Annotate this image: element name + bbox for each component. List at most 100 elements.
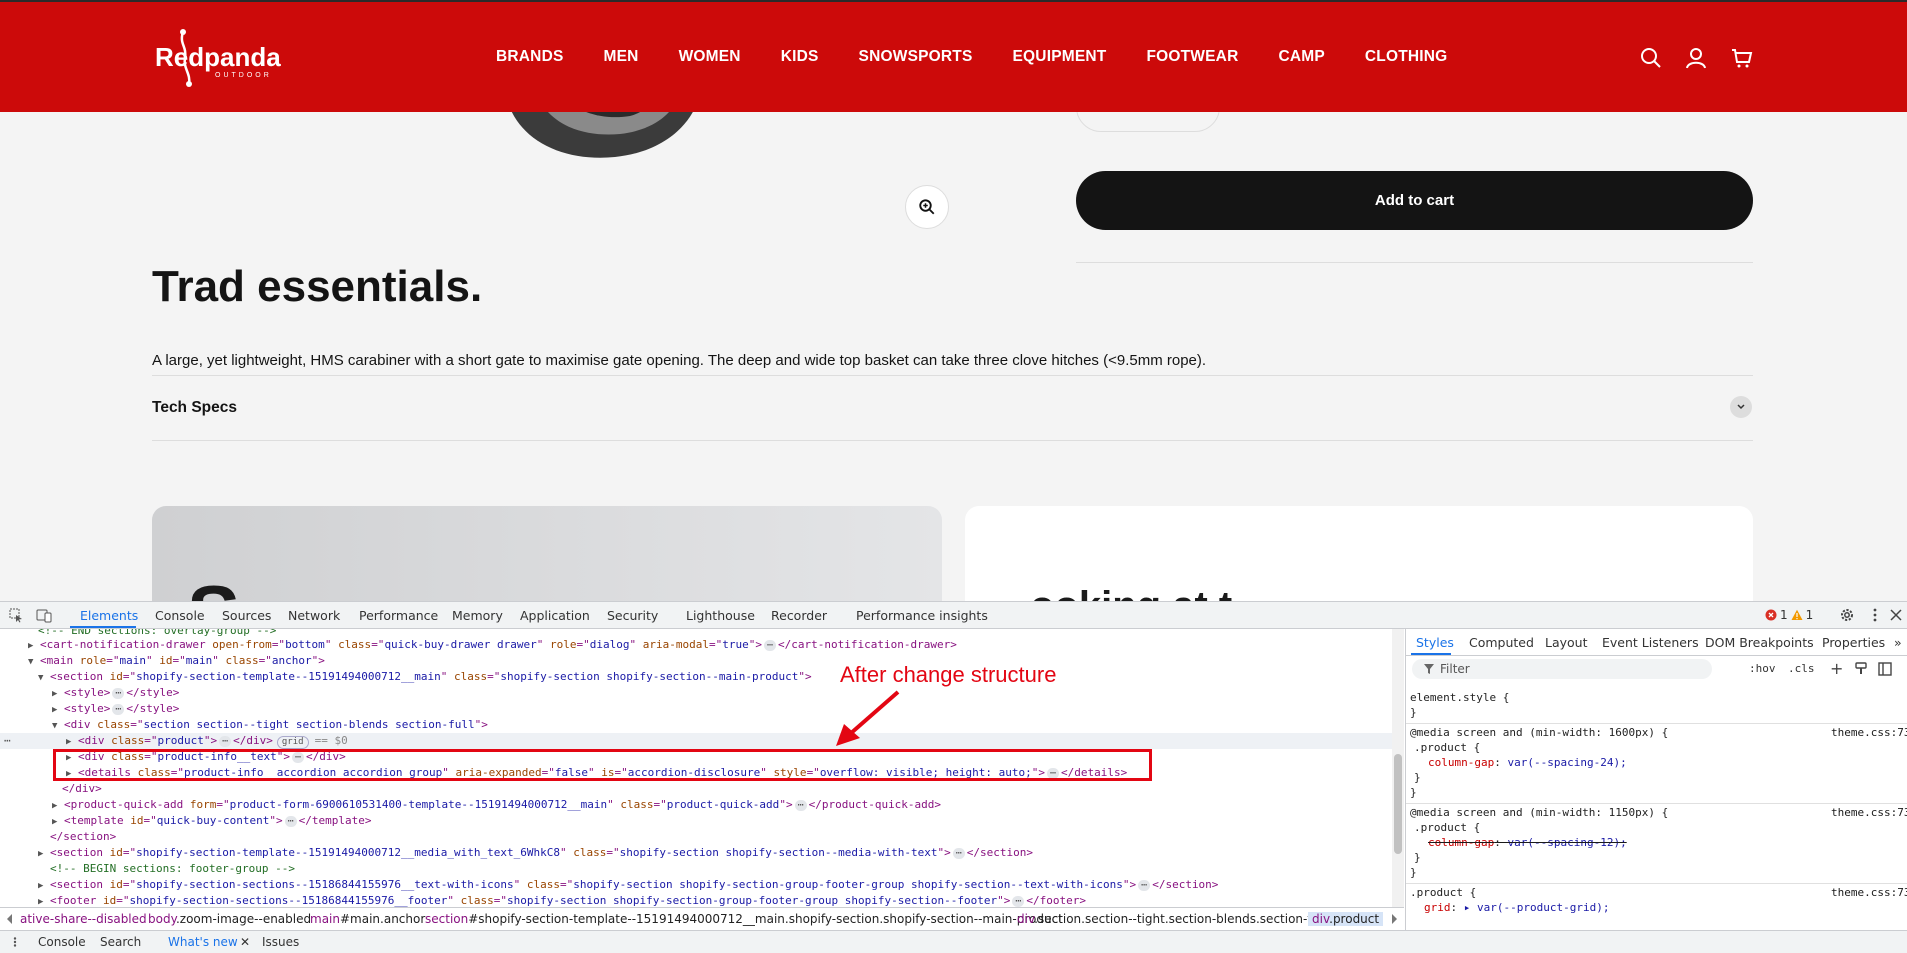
tech-specs-accordion[interactable]: Tech Specs (152, 399, 237, 417)
breadcrumb-item[interactable]: body.zoom-image--enabled (148, 912, 311, 926)
zoom-button[interactable] (905, 185, 949, 229)
more-options-icon[interactable] (1867, 607, 1883, 623)
css-selector[interactable]: .product { (1414, 821, 1480, 834)
scrollbar-thumb[interactable] (1394, 754, 1402, 854)
account-icon[interactable] (1684, 46, 1708, 70)
tab-application[interactable]: Application (520, 608, 590, 623)
css-declaration[interactable]: column-gap: var(--spacing-24); (1428, 756, 1627, 769)
dom-node-section-main[interactable]: ▼ <section id="shopify-section-template--… (38, 669, 812, 685)
dom-node-style[interactable]: ▶ <style> ⋯ </style> (52, 701, 179, 717)
row-more-icon[interactable]: ⋯ (4, 733, 11, 749)
tab-layout[interactable]: Layout (1545, 635, 1588, 650)
tab-properties[interactable]: Properties (1822, 635, 1885, 650)
drawer-tab-search[interactable]: Search (100, 935, 141, 949)
css-declaration-overridden[interactable]: column-gap: var(--spacing-12); (1428, 836, 1627, 849)
breadcrumb-right-icon[interactable] (1390, 914, 1398, 924)
css-selector[interactable]: .product { (1410, 886, 1476, 899)
tab-memory[interactable]: Memory (452, 608, 503, 623)
nav-kids[interactable]: KIDS (781, 48, 819, 66)
error-counter[interactable]: 1 1 (1765, 608, 1813, 622)
close-devtools-icon[interactable] (1888, 607, 1904, 623)
filter-icon (1424, 664, 1434, 674)
dom-node-section-close[interactable]: </section> (50, 829, 116, 845)
tab-event-listeners[interactable]: Event Listeners (1602, 635, 1699, 650)
source-link[interactable]: theme.css:7351 (1831, 806, 1907, 819)
source-link[interactable]: theme.css:7343 (1831, 886, 1907, 899)
tab-styles[interactable]: Styles (1416, 635, 1454, 650)
source-link[interactable]: theme.css:7357 (1831, 726, 1907, 739)
dom-node-section-div[interactable]: ▼ <div class="section section--tight sect… (52, 717, 488, 733)
tab-performance[interactable]: Performance (359, 608, 438, 623)
drawer-tab-issues[interactable]: Issues (262, 935, 299, 949)
add-rule-icon[interactable]: + (1830, 659, 1843, 678)
redpanda-logo[interactable]: Redpanda OUTDOOR (155, 24, 305, 92)
dom-node-template[interactable]: ▶ <template id="quick-buy-content"> ⋯ </tem… (52, 813, 371, 829)
breadcrumb-item[interactable]: div.section.section--tight.section-blend… (1017, 912, 1326, 926)
tab-security[interactable]: Security (607, 608, 658, 623)
drawer-menu-icon[interactable] (10, 937, 20, 947)
elements-scrollbar[interactable] (1392, 629, 1404, 907)
dom-node-media-with-text[interactable]: ▶ <section id="shopify-section-template--… (38, 845, 1033, 861)
rule-close: } (1410, 866, 1417, 879)
filter-placeholder: Filter (1440, 662, 1470, 676)
device-toolbar-icon[interactable] (36, 607, 52, 623)
tab-console[interactable]: Console (155, 608, 205, 623)
toggle-sidebar-icon[interactable] (1878, 662, 1892, 676)
nav-equipment[interactable]: EQUIPMENT (1013, 48, 1107, 66)
close-icon[interactable]: ✕ (240, 935, 250, 949)
hov-toggle[interactable]: :hov (1749, 662, 1776, 675)
css-declaration[interactable]: grid: ▸ var(--product-grid); (1424, 901, 1609, 914)
settings-gear-icon[interactable] (1839, 607, 1855, 623)
element-style-rule[interactable]: element.style { (1410, 691, 1509, 704)
dom-node-footer[interactable]: ▶ <footer id="shopify-section-sections--1… (38, 893, 1086, 907)
tab-computed[interactable]: Computed (1469, 635, 1534, 650)
dom-node-style[interactable]: ▶ <style> ⋯ </style> (52, 685, 179, 701)
dom-node-comment-footer[interactable]: <!-- BEGIN sections: footer-group --> (50, 861, 295, 877)
divider (1076, 262, 1753, 263)
nav-brands[interactable]: BRANDS (496, 48, 564, 66)
css-selector[interactable]: .product { (1414, 741, 1480, 754)
nav-snowsports[interactable]: SNOWSPORTS (859, 48, 973, 66)
tab-lighthouse[interactable]: Lighthouse (686, 608, 755, 623)
nav-camp[interactable]: CAMP (1278, 48, 1324, 66)
rule-close: } (1414, 771, 1421, 784)
more-tabs-icon[interactable]: » (1894, 635, 1902, 650)
tab-elements[interactable]: Elements (80, 608, 138, 623)
breadcrumb-item-selected[interactable]: div.product (1308, 912, 1384, 926)
dom-node-product-quick-add[interactable]: ▶ <product-quick-add form="product-form-6… (52, 797, 941, 813)
breadcrumb-item[interactable]: section#shopify-section-template--151914… (425, 912, 1063, 926)
tab-sources[interactable]: Sources (222, 608, 271, 623)
quantity-selector[interactable] (1076, 112, 1220, 132)
dom-node-cart-drawer[interactable]: ▶ <cart-notification-drawer open-from="bo… (28, 637, 957, 653)
nav-women[interactable]: WOMEN (679, 48, 741, 66)
dom-node-text-with-icons[interactable]: ▶ <section id="shopify-section-sections--… (38, 877, 1218, 893)
cart-icon[interactable] (1730, 46, 1754, 70)
breadcrumb-left-icon[interactable] (6, 914, 14, 924)
tab-network[interactable]: Network (288, 608, 340, 623)
paint-icon[interactable] (1854, 662, 1868, 676)
cls-toggle[interactable]: .cls (1788, 662, 1815, 675)
breadcrumb-item[interactable]: main#main.anchor (310, 912, 425, 926)
tab-dom-breakpoints[interactable]: DOM Breakpoints (1705, 635, 1814, 650)
drawer-tab-console[interactable]: Console (38, 935, 86, 949)
breadcrumb-item[interactable]: ative-share--disabled (20, 912, 147, 926)
rule-close: } (1410, 786, 1417, 799)
dom-node-div-close[interactable]: </div> (62, 781, 102, 797)
tab-performance-insights[interactable]: Performance insights (856, 608, 988, 623)
dom-node-main[interactable]: ▼ <main role="main" id="main" class="anch… (28, 653, 325, 669)
search-icon[interactable] (1639, 46, 1663, 70)
dom-node-product-selected[interactable]: ▶ <div class="product"> ⋯ </div> grid == $0 (0, 733, 1392, 749)
rule-separator (1406, 723, 1907, 724)
chevron-down-icon[interactable] (1730, 396, 1752, 418)
annotation-highlight-box (53, 749, 1152, 781)
nav-clothing[interactable]: CLOTHING (1365, 48, 1448, 66)
nav-footwear[interactable]: FOOTWEAR (1146, 48, 1238, 66)
add-to-cart-button[interactable]: Add to cart (1076, 171, 1753, 230)
styles-filter-input[interactable]: Filter (1412, 659, 1712, 679)
main-nav: BRANDS MEN WOMEN KIDS SNOWSPORTS EQUIPME… (496, 48, 1487, 66)
inspect-element-icon[interactable] (8, 607, 24, 623)
nav-men[interactable]: MEN (604, 48, 639, 66)
drawer-tab-whats-new[interactable]: What's new (168, 935, 238, 949)
tab-recorder[interactable]: Recorder (771, 608, 827, 623)
product-page: Add to cart Trad essentials. A large, ye… (0, 112, 1907, 601)
